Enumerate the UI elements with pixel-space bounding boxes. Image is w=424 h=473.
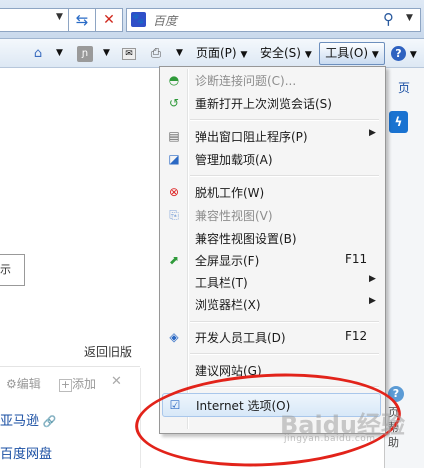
search-placeholder: 百度 (153, 14, 178, 28)
page-menu-button[interactable]: 页面(P) ▼ (196, 43, 247, 63)
menu-item-label: 诊断连接问题(C)... (195, 74, 297, 88)
back-to-old-version-link[interactable]: 返回旧版 (84, 343, 132, 360)
menu-separator (190, 175, 379, 177)
add-link[interactable]: + 添加 (59, 375, 96, 392)
help-button[interactable]: ? ▼ (391, 43, 417, 63)
menu-item-explorer-bars[interactable]: 浏览器栏(X) ▶ (162, 293, 381, 315)
menu-separator (190, 119, 379, 121)
menu-item-label: 浏览器栏(X) (195, 298, 261, 312)
gear-icon: ⚙ (6, 377, 17, 391)
menu-item-label: 脱机工作(W) (195, 186, 265, 200)
refresh-icon[interactable]: ⇆ (68, 8, 96, 32)
page-right-link[interactable]: 页 (398, 79, 410, 96)
feeds-dropdown-icon[interactable]: ▼ (103, 43, 110, 63)
manage-addons-icon: ◪ (168, 152, 180, 166)
page-box-edge[interactable]: 示 (0, 254, 25, 286)
reopen-session-icon: ↺ (168, 96, 180, 110)
menu-separator (190, 321, 379, 323)
menu-item-diagnose-connection[interactable]: ◓ 诊断连接问题(C)... (162, 69, 381, 91)
search-input[interactable]: 🐾 百度 ⚲ ▼ (126, 8, 421, 32)
search-dropdown-icon[interactable]: ▼ (406, 13, 413, 23)
home-dropdown-icon[interactable]: ▼ (56, 43, 63, 63)
menu-item-label: 兼容性视图设置(B) (195, 232, 297, 246)
plus-icon: + (59, 378, 72, 392)
work-offline-icon: ⊗ (168, 185, 180, 199)
menu-item-toolbars[interactable]: 工具栏(T) ▶ (162, 271, 381, 293)
menu-item-fullscreen[interactable]: ⬈ 全屏显示(F) F11 (162, 249, 381, 271)
developer-tools-icon: ◈ (169, 330, 179, 344)
menu-item-label: 兼容性视图(V) (195, 209, 273, 223)
tools-menu-button[interactable]: 工具(O) ▼ (319, 42, 385, 65)
menu-item-label: 开发人员工具(D) (195, 331, 286, 345)
link-icon: 🔗 (39, 415, 57, 428)
divider (0, 366, 140, 367)
stop-icon[interactable]: ✕ (95, 8, 123, 32)
menu-item-label: 弹出窗口阻止程序(P) (195, 130, 308, 144)
amazon-link[interactable]: 亚马逊 🔗 (0, 410, 56, 429)
address-bar-row: ▼ ⇆ ✕ 🐾 百度 ⚲ ▼ (0, 0, 424, 39)
amazon-label: 亚马逊 (0, 414, 40, 429)
safety-menu-label: 安全(S) (260, 46, 301, 60)
popup-blocker-icon: ▤ (168, 129, 180, 143)
edit-label: 编辑 (16, 377, 41, 391)
home-icon: ⌂ (33, 45, 43, 61)
menu-item-popup-blocker[interactable]: ▤ 弹出窗口阻止程序(P) ▶ (162, 125, 381, 147)
command-bar: ⌂ ▼ ɲ ▼ ✉ ⎙ ▼ 页面(P) ▼ 安全(S) ▼ 工具(O) ▼ ? … (0, 39, 424, 68)
menu-item-shortcut: F11 (345, 252, 368, 266)
watermark-url: jingyan.baidu.com (284, 434, 376, 444)
menu-item-shortcut: F12 (345, 329, 368, 343)
menu-item-compat-view[interactable]: ⎘ 兼容性视图(V) (162, 204, 381, 226)
tools-menu-label: 工具(O) (325, 46, 369, 60)
page-menu-label: 页面(P) (196, 46, 237, 60)
menu-item-developer-tools[interactable]: ◈ 开发人员工具(D) F12 (162, 326, 381, 348)
menu-item-label: 全屏显示(F) (195, 254, 260, 268)
add-label: 添加 (72, 377, 97, 391)
help-icon: ? (391, 46, 406, 61)
close-icon[interactable]: ✕ (111, 374, 122, 389)
page-box-text: 示 (0, 263, 11, 276)
search-icon[interactable]: ⚲ (383, 10, 394, 28)
menu-item-label: 管理加载项(A) (195, 153, 273, 167)
edit-link[interactable]: ⚙编辑 (6, 375, 41, 392)
menu-item-label: 重新打开上次浏览会话(S) (195, 97, 332, 111)
print-dropdown-icon[interactable]: ▼ (176, 43, 183, 63)
menu-item-reopen-session[interactable]: ↺ 重新打开上次浏览会话(S) (162, 92, 381, 114)
print-button[interactable]: ⎙ (148, 43, 164, 63)
lightning-icon[interactable]: ϟ (389, 111, 408, 133)
submenu-arrow-icon: ▶ (369, 296, 376, 306)
mail-icon: ✉ (122, 47, 136, 60)
baidu-logo-icon: 🐾 (131, 12, 146, 27)
home-button[interactable]: ⌂ (30, 43, 46, 63)
submenu-arrow-icon: ▶ (369, 128, 376, 138)
compat-view-icon: ⎘ (169, 208, 179, 222)
feeds-button[interactable]: ɲ (77, 43, 93, 63)
baidu-pan-link[interactable]: 百度网盘 (0, 443, 52, 462)
submenu-arrow-icon: ▶ (369, 274, 376, 284)
rss-feed-icon: ɲ (77, 45, 93, 62)
address-dropdown-icon[interactable]: ▼ (56, 12, 63, 22)
menu-item-work-offline[interactable]: ⊗ 脱机工作(W) (162, 181, 381, 203)
menu-item-manage-addons[interactable]: ◪ 管理加载项(A) (162, 148, 381, 170)
mail-button[interactable]: ✉ (122, 43, 136, 63)
menu-separator (190, 353, 379, 355)
diagnose-icon: ◓ (168, 73, 180, 87)
safety-menu-button[interactable]: 安全(S) ▼ (260, 43, 312, 63)
menu-item-label: 工具栏(T) (195, 276, 248, 290)
printer-icon: ⎙ (150, 45, 162, 61)
menu-item-compat-view-settings[interactable]: 兼容性视图设置(B) (162, 227, 381, 249)
fullscreen-icon: ⬈ (168, 253, 180, 267)
